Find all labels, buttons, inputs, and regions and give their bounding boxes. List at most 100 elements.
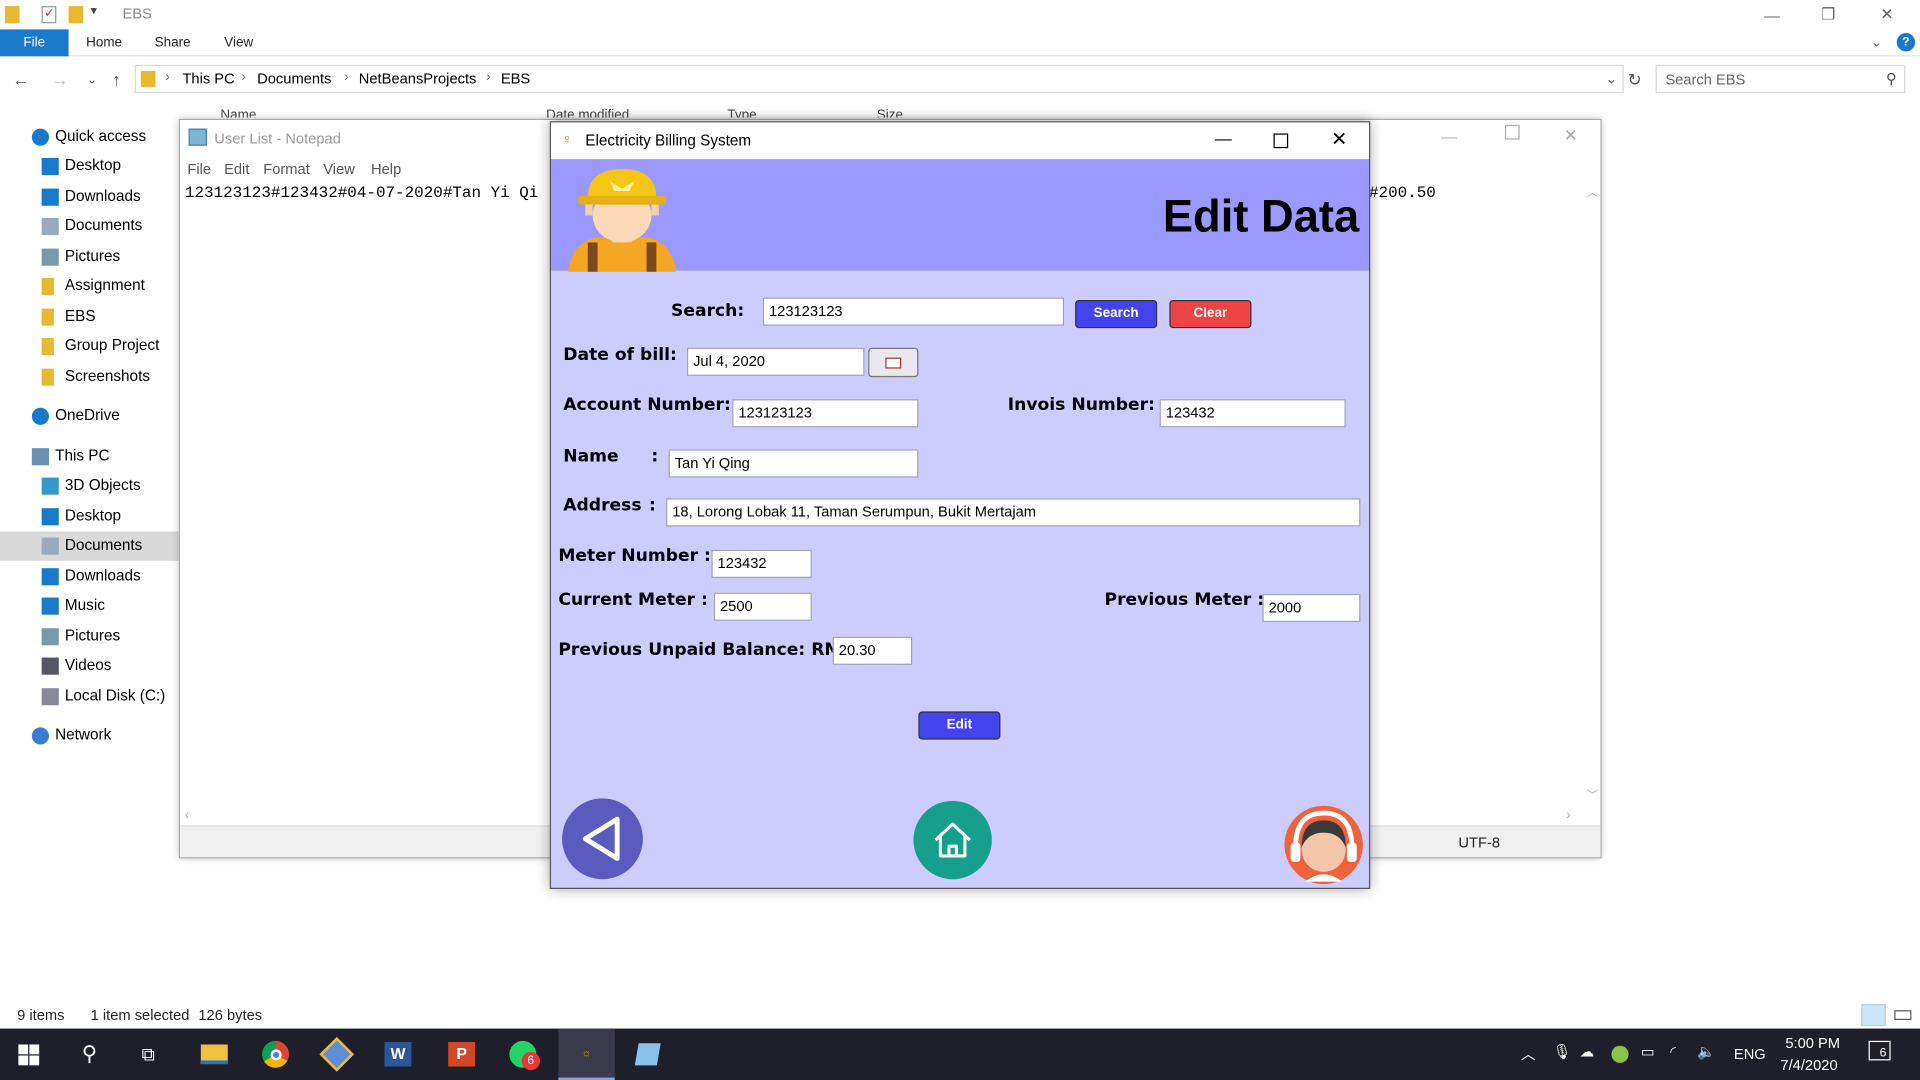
expand-ribbon-icon[interactable]: ⌄	[1871, 34, 1882, 51]
microphone-icon[interactable]: 🎙	[1553, 1043, 1572, 1060]
details-view-icon[interactable]	[1861, 1004, 1886, 1027]
column-date-modified[interactable]: Date modified	[546, 108, 629, 118]
sidebar-item-desktop[interactable]: Desktop	[0, 152, 179, 181]
tab-file[interactable]: File	[0, 29, 69, 57]
refresh-icon[interactable]: ↻	[1624, 69, 1646, 91]
edit-button[interactable]: Edit	[918, 711, 1001, 740]
virtualbox-icon[interactable]	[309, 1029, 365, 1080]
sidebar-item-pictures[interactable]: Pictures	[0, 622, 179, 651]
sidebar-item-quick-access[interactable]: Quick access	[0, 122, 179, 151]
sidebar-item-music[interactable]: Music	[0, 591, 179, 620]
new-folder-icon[interactable]	[68, 6, 84, 24]
restore-icon[interactable]: ❐	[1800, 0, 1856, 29]
chevron-down-icon[interactable]: ⌄	[1605, 70, 1617, 87]
tab-home[interactable]: Home	[76, 29, 132, 56]
column-size[interactable]: Size	[877, 108, 903, 118]
file-explorer-icon[interactable]	[186, 1029, 242, 1080]
sidebar-item-videos[interactable]: Videos	[0, 651, 179, 680]
search-input[interactable]: 123123123	[762, 297, 1065, 326]
maximize-icon[interactable]	[1504, 124, 1520, 140]
tab-view[interactable]: View	[211, 29, 267, 56]
clock-time[interactable]: 5:00 PM	[1785, 1035, 1840, 1052]
clear-button[interactable]: Clear	[1169, 300, 1252, 329]
column-type[interactable]: Type	[727, 108, 756, 118]
sidebar-item-this-pc[interactable]: This PC	[0, 442, 179, 471]
powerpoint-icon[interactable]: P	[433, 1029, 489, 1080]
close-icon[interactable]: ✕	[1564, 125, 1578, 146]
breadcrumb-this-pc[interactable]: This PC	[182, 70, 234, 87]
forward-arrow-icon[interactable]: →	[49, 69, 71, 91]
large-icons-view-icon[interactable]	[1890, 1004, 1916, 1027]
menu-format[interactable]: Format	[263, 160, 310, 177]
notification-center-icon[interactable]: 6	[1868, 1040, 1891, 1061]
current-meter-field[interactable]: 2500	[713, 592, 812, 621]
notepad-text-left[interactable]: 123123123#123432#04-07-2020#Tan Yi Qi	[185, 184, 538, 202]
search-icon[interactable]: ⚲	[1886, 70, 1897, 87]
unpaid-balance-field[interactable]: 20.30	[832, 636, 913, 665]
sidebar-item-downloads[interactable]: Downloads	[0, 562, 179, 591]
sidebar-item-desktop[interactable]: Desktop	[0, 502, 179, 531]
previous-meter-field[interactable]: 2000	[1262, 593, 1361, 623]
sidebar-item-downloads[interactable]: Downloads	[0, 182, 179, 211]
wifi-icon[interactable]: ◜	[1670, 1043, 1676, 1060]
sidebar-item-onedrive[interactable]: OneDrive	[0, 402, 179, 431]
close-icon[interactable]: ✕	[1859, 0, 1915, 29]
search-box[interactable]: Search EBS ⚲	[1655, 64, 1906, 94]
sidebar-item-ebs[interactable]: EBS	[0, 302, 179, 331]
maximize-icon[interactable]	[1273, 133, 1289, 149]
account-number-field[interactable]: 123123123	[732, 399, 919, 428]
volume-icon[interactable]: 🔈	[1697, 1043, 1715, 1060]
breadcrumb-documents[interactable]: Documents	[257, 70, 331, 87]
chevron-up-icon[interactable]: ︿	[1521, 1043, 1536, 1064]
battery-icon[interactable]: ▭	[1641, 1043, 1655, 1060]
recent-locations-icon[interactable]: ⌄	[81, 69, 103, 91]
search-button[interactable]: Search	[1075, 300, 1158, 329]
menu-view[interactable]: View	[323, 160, 355, 177]
notepad-text-right[interactable]: #200.50	[1369, 184, 1436, 202]
word-icon[interactable]: W	[370, 1029, 426, 1080]
sidebar-item-assignment[interactable]: Assignment	[0, 272, 179, 301]
whatsapp-icon[interactable]: 6	[495, 1029, 551, 1080]
calendar-button[interactable]	[868, 347, 919, 378]
sidebar-item-pictures[interactable]: Pictures	[0, 242, 179, 271]
sidebar-item-screenshots[interactable]: Screenshots	[0, 362, 179, 391]
up-arrow-icon[interactable]: ↑	[105, 69, 127, 91]
onedrive-icon[interactable]: ☁	[1580, 1043, 1595, 1060]
windows-start-icon[interactable]	[0, 1029, 56, 1080]
help-icon[interactable]: ?	[1896, 33, 1916, 52]
address-bar[interactable]: › This PC › Documents › NetBeansProjects…	[134, 64, 1624, 94]
back-arrow-icon[interactable]: ←	[10, 69, 32, 91]
meter-number-field[interactable]: 123432	[711, 549, 812, 578]
chrome-icon[interactable]	[247, 1029, 303, 1080]
close-icon[interactable]: ✕	[1331, 127, 1347, 151]
menu-help[interactable]: Help	[371, 160, 401, 177]
task-view-icon[interactable]: ⧉	[120, 1029, 176, 1080]
vertical-scrollbar[interactable]: ︿ ﹀	[1583, 184, 1600, 808]
clock-date[interactable]: 7/4/2020	[1780, 1057, 1837, 1074]
column-name[interactable]: Name	[220, 108, 256, 118]
minimize-icon[interactable]: —	[1744, 0, 1800, 29]
date-of-bill-field[interactable]: Jul 4, 2020	[686, 347, 865, 376]
update-icon[interactable]	[1611, 1045, 1629, 1063]
home-icon[interactable]	[913, 800, 992, 881]
name-field[interactable]: Tan Yi Qing	[668, 449, 919, 478]
minimize-icon[interactable]: —	[1441, 127, 1457, 145]
back-triangle-icon[interactable]	[561, 797, 644, 880]
menu-edit[interactable]: Edit	[224, 160, 249, 177]
tab-share[interactable]: Share	[144, 29, 200, 56]
language-indicator[interactable]: ENG	[1734, 1046, 1766, 1063]
breadcrumb-ebs[interactable]: EBS	[501, 70, 530, 87]
sidebar-item-documents[interactable]: Documents	[0, 531, 179, 561]
customize-quick-access-icon[interactable]: ▾	[91, 5, 97, 18]
breadcrumb-netbeansprojects[interactable]: NetBeansProjects	[359, 70, 477, 87]
sidebar-item-3d-objects[interactable]: 3D Objects	[0, 471, 179, 500]
menu-file[interactable]: File	[187, 160, 211, 177]
notepad-taskbar-icon[interactable]	[620, 1029, 676, 1080]
properties-icon[interactable]: ✓	[41, 6, 57, 24]
sidebar-item-group-project[interactable]: Group Project	[0, 332, 179, 361]
sidebar-item-documents[interactable]: Documents	[0, 212, 179, 241]
java-app-icon[interactable]: ☼	[558, 1028, 615, 1080]
minimize-icon[interactable]: —	[1215, 129, 1232, 149]
invoice-number-field[interactable]: 123432	[1159, 399, 1346, 428]
search-icon[interactable]: ⚲	[61, 1029, 117, 1080]
